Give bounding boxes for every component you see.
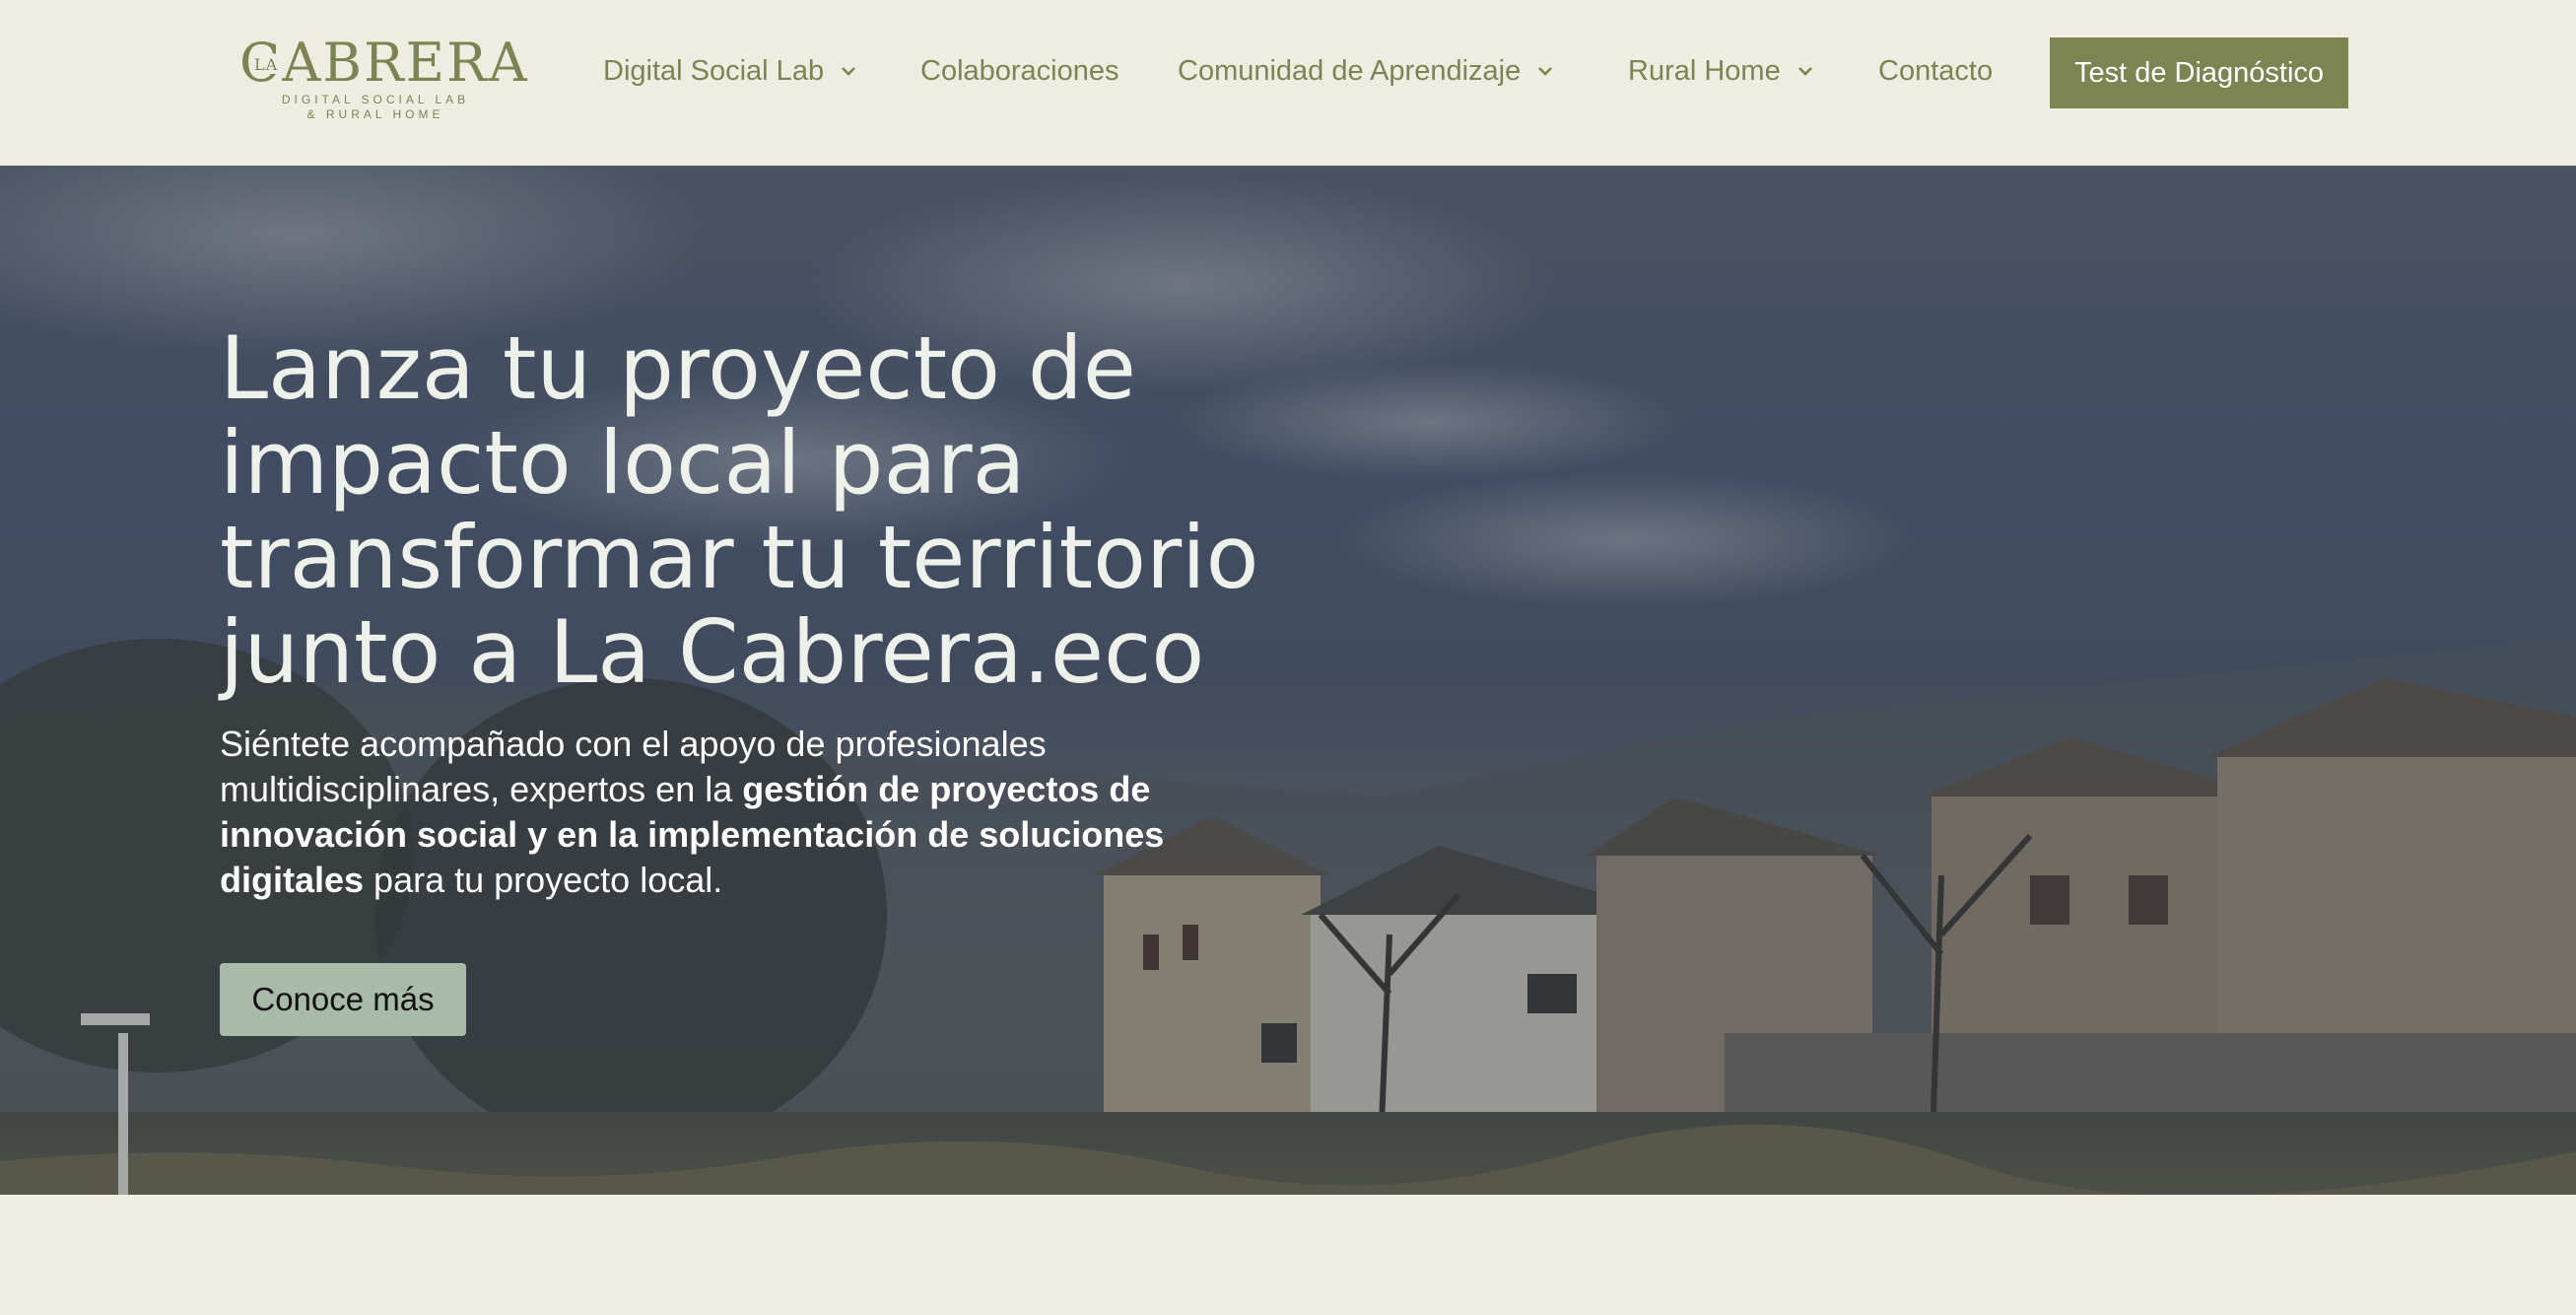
hero-title: Lanza tu proyecto de impacto local para … [220, 317, 1259, 703]
nav-label: Colaboraciones [920, 55, 1119, 87]
logo-tagline-1: DIGITAL SOCIAL LAB [281, 93, 470, 106]
site-logo[interactable]: CABRERA LA DIGITAL SOCIAL LAB & RURAL HO… [239, 34, 527, 122]
chevron-down-icon [1536, 65, 1554, 77]
hero-subtitle-part2: para tu proyecto local. [364, 860, 723, 900]
nav-label: Digital Social Lab [603, 55, 825, 87]
nav-item-rural-home[interactable]: Rural Home [1628, 51, 1814, 91]
logo-prefix: LA [253, 55, 280, 74]
site-header: CABRERA LA DIGITAL SOCIAL LAB & RURAL HO… [0, 0, 2576, 167]
nav-item-colaboraciones[interactable]: Colaboraciones [920, 51, 1119, 91]
nav-label: Rural Home [1628, 55, 1781, 87]
nav-item-contacto[interactable]: Contacto [1878, 51, 1993, 91]
test-diagnostico-button[interactable]: Test de Diagnóstico [2050, 37, 2348, 108]
chevron-down-icon [840, 65, 857, 77]
conoce-mas-button[interactable]: Conoce más [220, 963, 466, 1036]
nav-item-comunidad-de-aprendizaje[interactable]: Comunidad de Aprendizaje [1178, 51, 1554, 91]
hero-subtitle: Siéntete acompañado con el apoyo de prof… [220, 722, 1186, 903]
chevron-down-icon [1796, 65, 1814, 77]
logo-tagline-2: & RURAL HOME [306, 107, 444, 121]
logo-wordmark: CABRERA [239, 32, 529, 94]
nav-item-digital-social-lab[interactable]: Digital Social Lab [603, 51, 857, 91]
nav-label: Contacto [1878, 55, 1994, 87]
nav-label: Comunidad de Aprendizaje [1178, 55, 1522, 87]
